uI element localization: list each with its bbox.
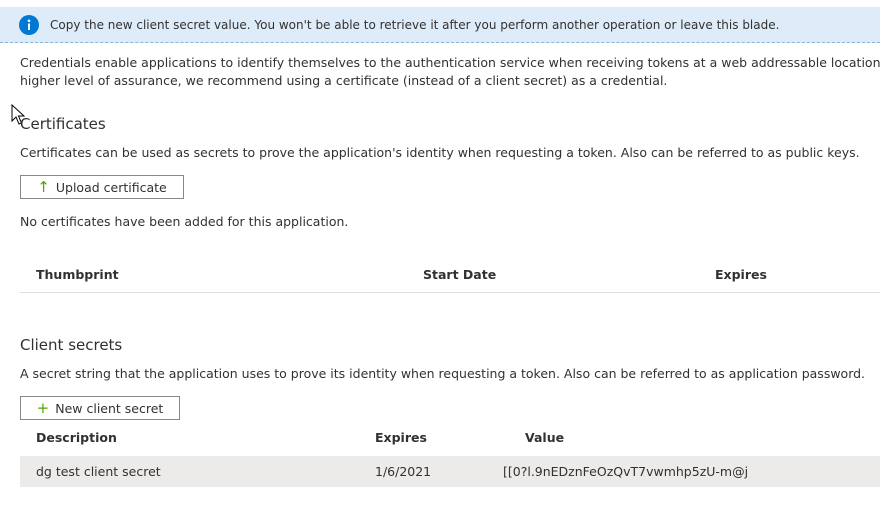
certificates-title: Certificates: [20, 115, 106, 133]
certificates-description: Certificates can be used as secrets to p…: [20, 145, 860, 160]
notification-banner: Copy the new client secret value. You wo…: [0, 7, 880, 43]
secret-description: dg test client secret: [36, 464, 161, 479]
intro-line-1: Credentials enable applications to ident…: [20, 55, 880, 70]
plus-icon: +: [36, 398, 50, 417]
info-icon: [19, 15, 39, 35]
upload-certificate-label: Upload certificate: [55, 179, 167, 195]
table-divider: [20, 292, 880, 293]
column-header-expires[interactable]: Expires: [715, 267, 767, 282]
client-secrets-title: Client secrets: [20, 336, 123, 354]
column-header-thumbprint[interactable]: Thumbprint: [36, 267, 119, 282]
credentials-intro: Credentials enable applications to ident…: [20, 54, 880, 90]
intro-line-2: higher level of assurance, we recommend …: [20, 73, 668, 88]
column-header-expires[interactable]: Expires: [375, 430, 427, 445]
upload-certificate-button[interactable]: ↑ Upload certificate: [20, 175, 184, 199]
upload-arrow-icon: ↑: [37, 177, 50, 196]
secret-expires: 1/6/2021: [375, 464, 432, 479]
new-client-secret-button[interactable]: + New client secret: [20, 396, 180, 420]
banner-message: Copy the new client secret value. You wo…: [50, 18, 780, 32]
new-client-secret-label: New client secret: [55, 400, 164, 416]
table-row[interactable]: dg test client secret 1/6/2021 [[0?l.9nE…: [20, 456, 880, 487]
column-header-start-date[interactable]: Start Date: [423, 267, 496, 282]
client-secrets-description: A secret string that the application use…: [20, 366, 866, 381]
secret-value[interactable]: [[0?l.9nEDznFeOzQvT7vwmhp5zU-m@j: [503, 464, 748, 479]
column-header-value[interactable]: Value: [525, 430, 564, 445]
column-header-description[interactable]: Description: [36, 430, 117, 445]
no-certificates-message: No certificates have been added for this…: [20, 214, 349, 229]
